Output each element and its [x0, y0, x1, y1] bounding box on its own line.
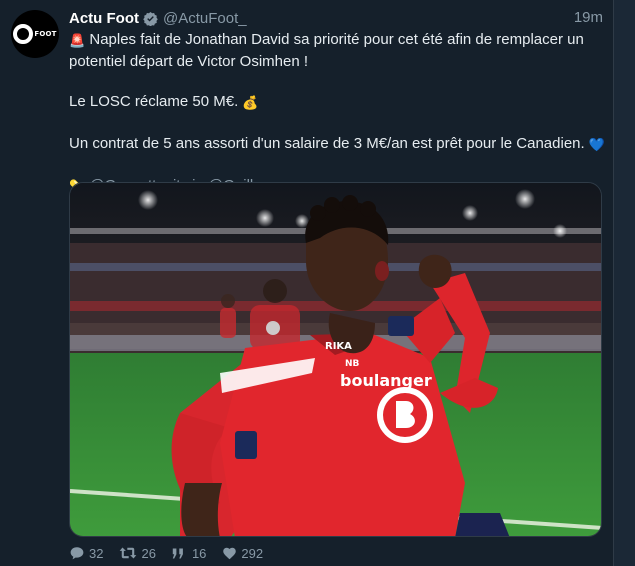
retweet-button[interactable]: 26	[119, 545, 156, 561]
text-line: potentiel départ de Victor Osimhen !	[69, 52, 599, 72]
money-bag-icon: 💰	[242, 96, 259, 111]
photo-player-celebrating: boulanger RIKA NB	[70, 183, 601, 536]
tweet-text: 🚨 Naples fait de Jonathan David sa prior…	[69, 30, 605, 198]
logo-circle	[13, 24, 34, 44]
sleeve-sponsor: RIKA	[325, 341, 352, 352]
quote-button[interactable]: 16	[172, 546, 206, 561]
verified-badge-icon	[143, 11, 158, 26]
text-line: 🚨 Naples fait de Jonathan David sa prior…	[69, 30, 599, 52]
like-icon	[223, 547, 237, 560]
text-line-3: Le LOSC réclame 50 M€.	[69, 93, 239, 110]
text-line-2: potentiel départ de Victor Osimhen !	[69, 53, 309, 70]
logo-text: FOOT	[34, 30, 57, 38]
text-line-1: Naples fait de Jonathan David sa priorit…	[89, 31, 584, 48]
actu-foot-logo: FOOT	[13, 24, 56, 44]
reply-button[interactable]: 32	[69, 546, 103, 561]
timeline-edge	[614, 0, 635, 566]
timestamp[interactable]: 19m	[574, 9, 603, 26]
jersey-sponsor: boulanger	[340, 371, 432, 390]
reply-count: 32	[89, 545, 104, 561]
reply-icon	[70, 547, 84, 560]
handle[interactable]: @ActuFoot_	[163, 10, 247, 27]
quote-icon	[172, 547, 183, 559]
text-line: Le LOSC réclame 50 M€. 💰	[69, 92, 599, 114]
retweet-count: 26	[141, 545, 156, 561]
text-line: Un contrat de 5 ans assorti d'un salaire…	[69, 134, 605, 156]
chest-logo: NB	[345, 359, 360, 369]
like-count: 292	[241, 545, 264, 561]
text-line-4: Un contrat de 5 ans assorti d'un salaire…	[69, 135, 585, 152]
tweet[interactable]: FOOT Actu Foot @ActuFoot_ 19m 🚨 Naples f…	[0, 0, 614, 566]
quote-count: 16	[191, 545, 207, 561]
tweet-photo[interactable]: boulanger RIKA NB	[69, 182, 602, 537]
avatar[interactable]: FOOT	[11, 10, 59, 58]
tweet-actions: 32 26 16 292	[69, 545, 279, 561]
display-name[interactable]: Actu Foot	[69, 10, 139, 27]
like-button[interactable]: 292	[222, 546, 263, 561]
siren-icon: 🚨	[69, 34, 86, 49]
blue-heart-icon: 💙	[588, 138, 606, 153]
tweet-header: Actu Foot @ActuFoot_ 19m	[69, 9, 603, 27]
retweet-icon	[120, 547, 137, 559]
